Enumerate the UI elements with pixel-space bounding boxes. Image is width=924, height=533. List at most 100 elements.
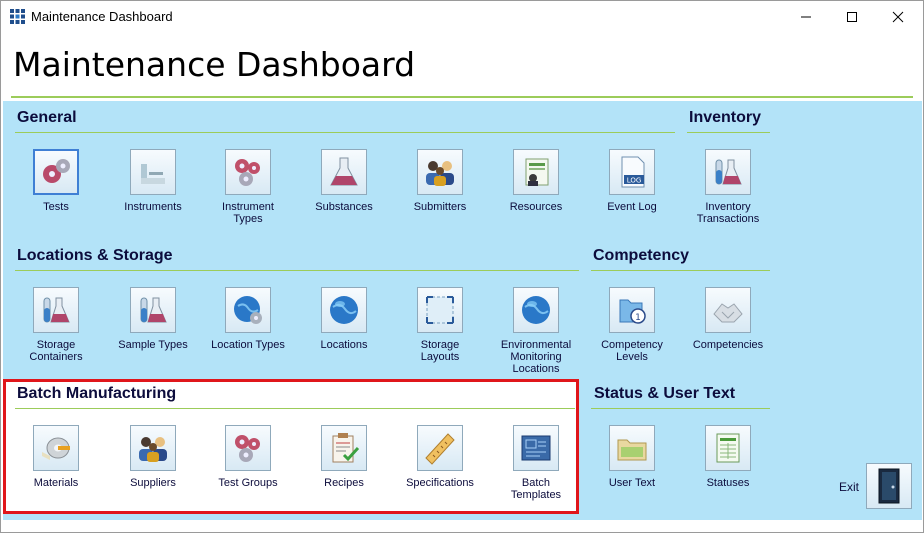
- tile-label: Materials: [33, 477, 79, 489]
- log-file-icon: LOG: [609, 149, 655, 195]
- tile-user-text[interactable]: User Text: [584, 425, 680, 489]
- users-icon: [130, 425, 176, 471]
- maximize-button[interactable]: [829, 1, 875, 32]
- tile-label: Substances: [315, 201, 373, 213]
- test-tubes-icon: [33, 287, 79, 333]
- tile-competencies[interactable]: Competencies: [680, 287, 776, 351]
- minimize-icon: [801, 16, 811, 17]
- section-rule-general: [15, 132, 675, 133]
- section-title-inventory: Inventory: [689, 109, 762, 126]
- instruments-icon: [130, 149, 176, 195]
- section-rule-status: [591, 408, 770, 409]
- tile-label: Submitters: [413, 201, 467, 213]
- tile-label: Specifications: [406, 477, 474, 489]
- section-rule-competency: [591, 270, 770, 271]
- tile-label: Batch Templates: [510, 477, 562, 501]
- section-title-competency: Competency: [593, 247, 690, 264]
- title-divider: [11, 96, 913, 98]
- tile-storage-layouts[interactable]: Storage Layouts: [392, 287, 488, 363]
- svg-text:LOG: LOG: [627, 177, 642, 185]
- tile-label: Resources: [509, 201, 563, 213]
- test-tubes-icon: [130, 287, 176, 333]
- tile-location-types[interactable]: Location Types: [200, 287, 296, 351]
- tile-resources[interactable]: Resources: [488, 149, 584, 213]
- tile-substances[interactable]: Substances: [296, 149, 392, 213]
- tape-roll-icon: [33, 425, 79, 471]
- globe-icon: [321, 287, 367, 333]
- tile-label: Event Log: [607, 201, 657, 213]
- tile-label: User Text: [608, 477, 656, 489]
- page-title: Maintenance Dashboard: [13, 45, 416, 84]
- section-rule-locations: [15, 270, 579, 271]
- section-title-status: Status & User Text: [594, 385, 736, 402]
- exit-label: Exit: [839, 480, 860, 494]
- tile-label: Test Groups: [218, 477, 278, 489]
- handshake-icon: [705, 287, 751, 333]
- tile-sample-types[interactable]: Sample Types: [105, 287, 201, 351]
- tile-storage-containers[interactable]: Storage Containers: [8, 287, 104, 363]
- tile-label: Recipes: [324, 477, 364, 489]
- tile-label: Competencies: [692, 339, 764, 351]
- resources-icon: [513, 149, 559, 195]
- tile-suppliers[interactable]: Suppliers: [105, 425, 201, 489]
- door-icon: [878, 468, 900, 504]
- tile-label: Storage Containers: [29, 339, 83, 363]
- users-icon: [417, 149, 463, 195]
- tile-label: Storage Layouts: [420, 339, 460, 363]
- globe-gear-icon: [225, 287, 271, 333]
- tile-label: Environmental Monitoring Locations: [500, 339, 572, 375]
- flask-icon: [321, 149, 367, 195]
- app-grid-icon: [10, 9, 25, 24]
- tile-label: Locations: [320, 339, 368, 351]
- section-title-locations: Locations & Storage: [17, 247, 173, 264]
- tile-specifications[interactable]: Specifications: [392, 425, 488, 489]
- maximize-icon: [847, 11, 857, 22]
- tile-label: Tests: [43, 201, 69, 213]
- exit-button[interactable]: [866, 463, 912, 509]
- close-icon: [892, 11, 904, 22]
- tile-locations[interactable]: Locations: [296, 287, 392, 351]
- tile-instrument-types[interactable]: Instrument Types: [200, 149, 296, 225]
- app-window: Maintenance Dashboard Maintenance Dashbo…: [0, 0, 924, 533]
- section-rule-inventory: [687, 132, 770, 133]
- clipboard-check-icon: [321, 425, 367, 471]
- tile-inventory-transactions[interactable]: Inventory Transactions: [680, 149, 776, 225]
- blueprint-icon: [513, 425, 559, 471]
- tile-materials[interactable]: Materials: [8, 425, 104, 489]
- test-tubes-icon: [705, 149, 751, 195]
- title-bar: Maintenance Dashboard: [1, 1, 923, 32]
- gears-icon: [225, 149, 271, 195]
- section-rule-batch: [15, 408, 575, 409]
- folder-icon: [609, 425, 655, 471]
- tile-statuses[interactable]: Statuses: [680, 425, 776, 489]
- spreadsheet-icon: [705, 425, 751, 471]
- tile-label: Sample Types: [118, 339, 188, 351]
- tile-environmental-monitoring-locations[interactable]: Environmental Monitoring Locations: [488, 287, 584, 375]
- tile-instruments[interactable]: Instruments: [105, 149, 201, 213]
- tile-tests[interactable]: Tests: [8, 149, 104, 213]
- globe-icon: [513, 287, 559, 333]
- section-title-batch: Batch Manufacturing: [17, 385, 177, 402]
- gears-icon: [225, 425, 271, 471]
- layout-frame-icon: [417, 287, 463, 333]
- tile-label: Competency Levels: [601, 339, 663, 363]
- tile-label: Inventory Transactions: [696, 201, 760, 225]
- window-title: Maintenance Dashboard: [31, 9, 173, 24]
- tile-label: Location Types: [211, 339, 285, 351]
- tile-label: Suppliers: [130, 477, 176, 489]
- gears-icon: [33, 149, 79, 195]
- tile-submitters[interactable]: Submitters: [392, 149, 488, 213]
- minimize-button[interactable]: [783, 1, 829, 32]
- tile-competency-levels[interactable]: 1 Competency Levels: [584, 287, 680, 363]
- tile-label: Instruments: [124, 201, 182, 213]
- tile-label: Statuses: [706, 477, 750, 489]
- tile-batch-templates[interactable]: Batch Templates: [488, 425, 584, 501]
- ruler-icon: [417, 425, 463, 471]
- tile-test-groups[interactable]: Test Groups: [200, 425, 296, 489]
- tile-label: Instrument Types: [222, 201, 274, 225]
- svg-text:1: 1: [635, 313, 641, 323]
- tile-recipes[interactable]: Recipes: [296, 425, 392, 489]
- tile-event-log[interactable]: LOG Event Log: [584, 149, 680, 213]
- folder-info-icon: 1: [609, 287, 655, 333]
- close-button[interactable]: [875, 1, 921, 32]
